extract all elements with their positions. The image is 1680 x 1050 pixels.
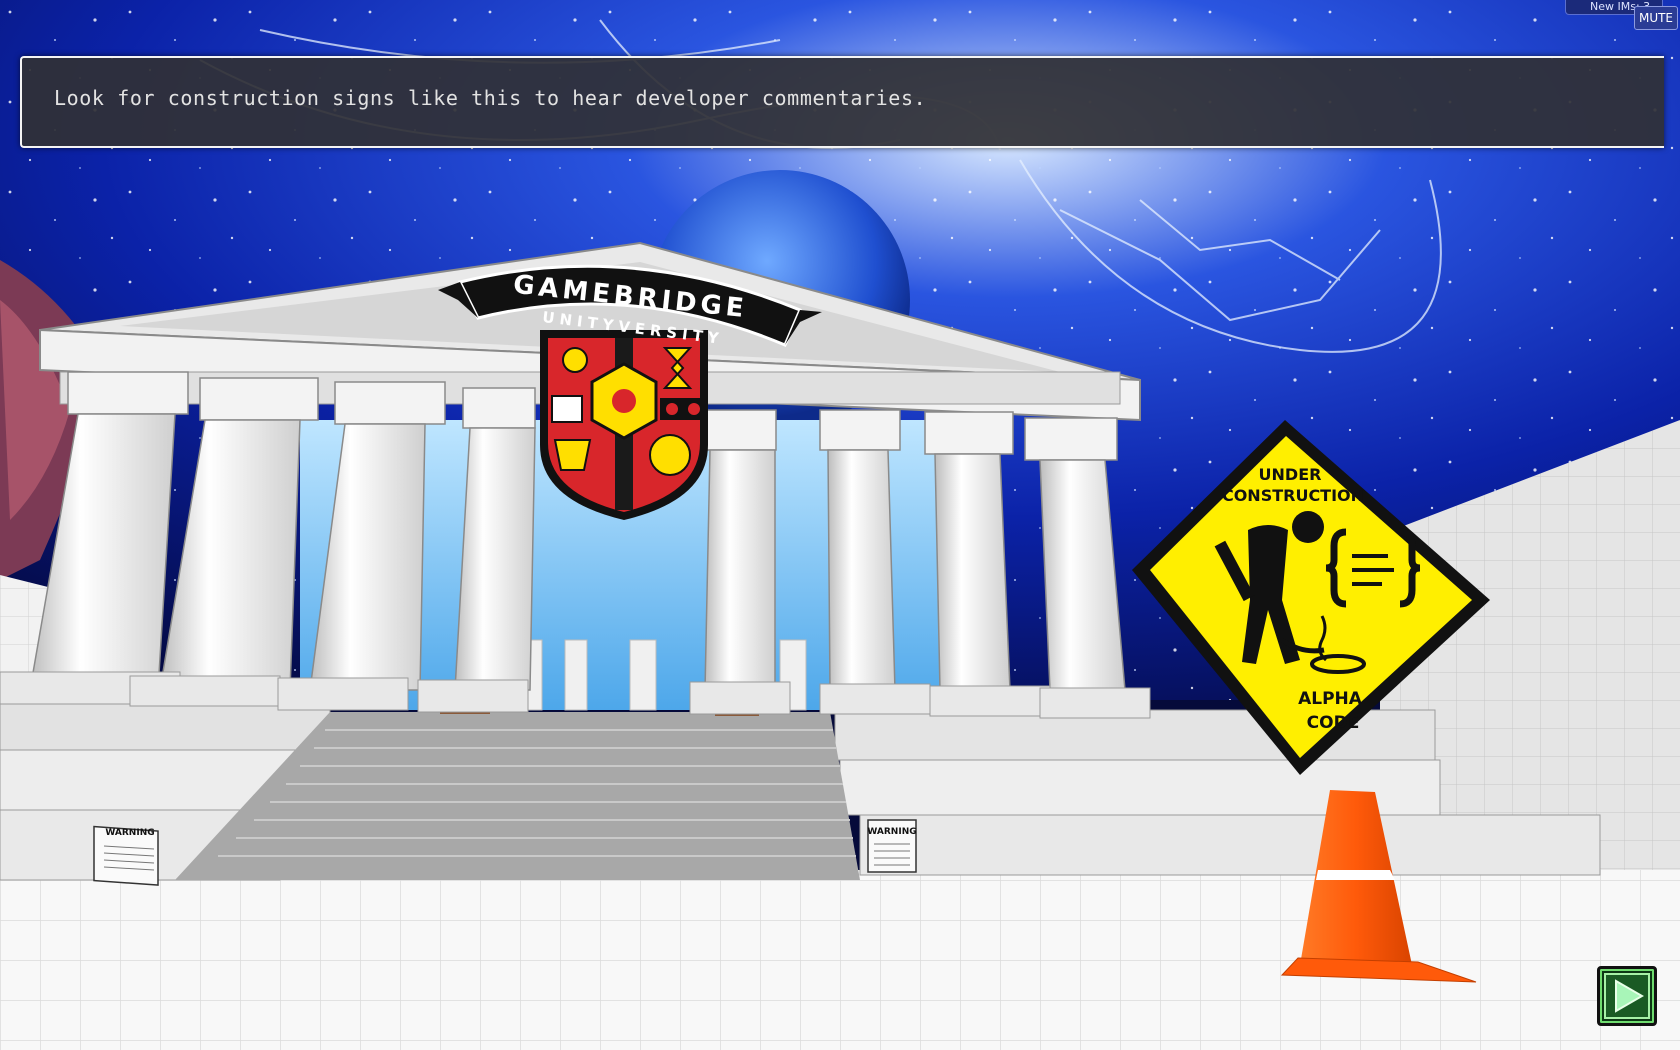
crest xyxy=(540,330,708,520)
dialog-text: Look for construction signs like this to… xyxy=(54,86,927,110)
sign-top-line1: UNDER xyxy=(1259,465,1322,484)
next-button[interactable] xyxy=(1597,966,1657,1026)
game-scene: GAMEBRIDGE UNITYVERSITY WARNING WARNING … xyxy=(0,0,1680,1050)
svg-text:WARNING: WARNING xyxy=(105,828,154,838)
sign-bottom-line2: CODE xyxy=(1307,713,1360,733)
sign-top-line2: CONSTRUCTION xyxy=(1222,486,1364,505)
sign-bottom-line1: ALPHA xyxy=(1298,689,1363,709)
warning-plaque-left: WARNING xyxy=(93,825,159,886)
warning-plaque-right: WARNING xyxy=(867,819,917,873)
mute-button[interactable]: MUTE xyxy=(1634,6,1678,30)
play-icon xyxy=(1604,973,1650,1019)
commentary-dialog: Look for construction signs like this to… xyxy=(20,56,1664,148)
svg-text:WARNING: WARNING xyxy=(867,827,916,837)
